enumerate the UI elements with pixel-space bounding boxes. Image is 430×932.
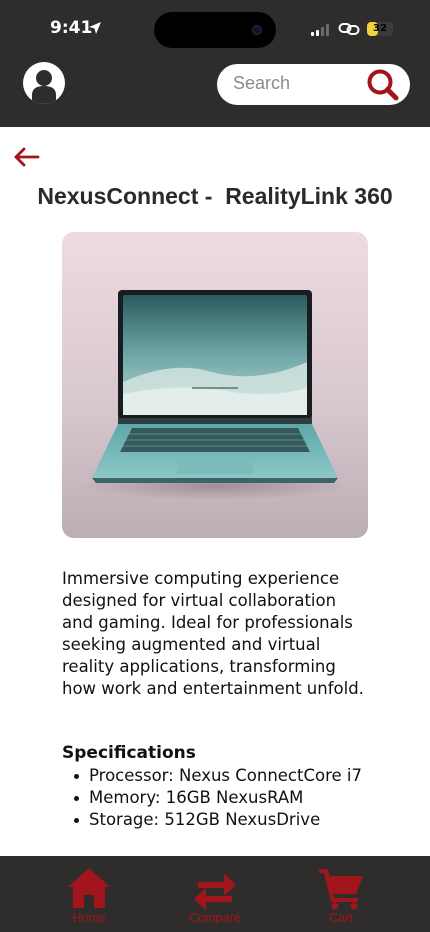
product-image: [62, 232, 368, 538]
avatar[interactable]: [23, 62, 65, 104]
app-header: 9:41 32: [0, 0, 430, 127]
compare-icon: [194, 874, 236, 910]
battery-level: 32: [373, 23, 387, 34]
back-arrow-icon[interactable]: [12, 145, 42, 171]
nav-compare[interactable]: Compare: [170, 856, 260, 932]
signal-icon: [311, 24, 329, 36]
search-bar[interactable]: [217, 64, 410, 105]
home-icon: [68, 868, 110, 908]
location-arrow-icon: [89, 22, 101, 34]
user-icon: [32, 70, 56, 104]
list-item: Memory: 16GB NexusRAM: [62, 787, 382, 809]
battery-icon: 32: [367, 22, 393, 36]
list-item: Storage: 512GB NexusDrive: [62, 809, 382, 831]
cart-icon: [319, 869, 363, 910]
product-title: NexusConnect - RealityLink 360: [37, 183, 393, 209]
bottom-nav: Home Compare Cart: [0, 856, 430, 932]
search-icon[interactable]: [365, 67, 401, 103]
nav-home-label: Home: [72, 911, 106, 925]
status-time: 9:41: [50, 18, 93, 38]
camera-dot: [252, 25, 262, 35]
list-item: Processor: Nexus ConnectCore i7: [62, 765, 382, 787]
link-icon: [338, 23, 360, 35]
nav-compare-label: Compare: [189, 911, 241, 925]
nav-cart[interactable]: Cart: [296, 856, 386, 932]
search-input[interactable]: [233, 73, 363, 94]
nav-cart-label: Cart: [329, 911, 353, 925]
specifications-heading: Specifications: [62, 743, 196, 763]
specifications-list: Processor: Nexus ConnectCore i7 Memory: …: [62, 765, 382, 831]
nav-home[interactable]: Home: [44, 856, 134, 932]
product-description: Immersive computing experience designed …: [62, 569, 364, 698]
